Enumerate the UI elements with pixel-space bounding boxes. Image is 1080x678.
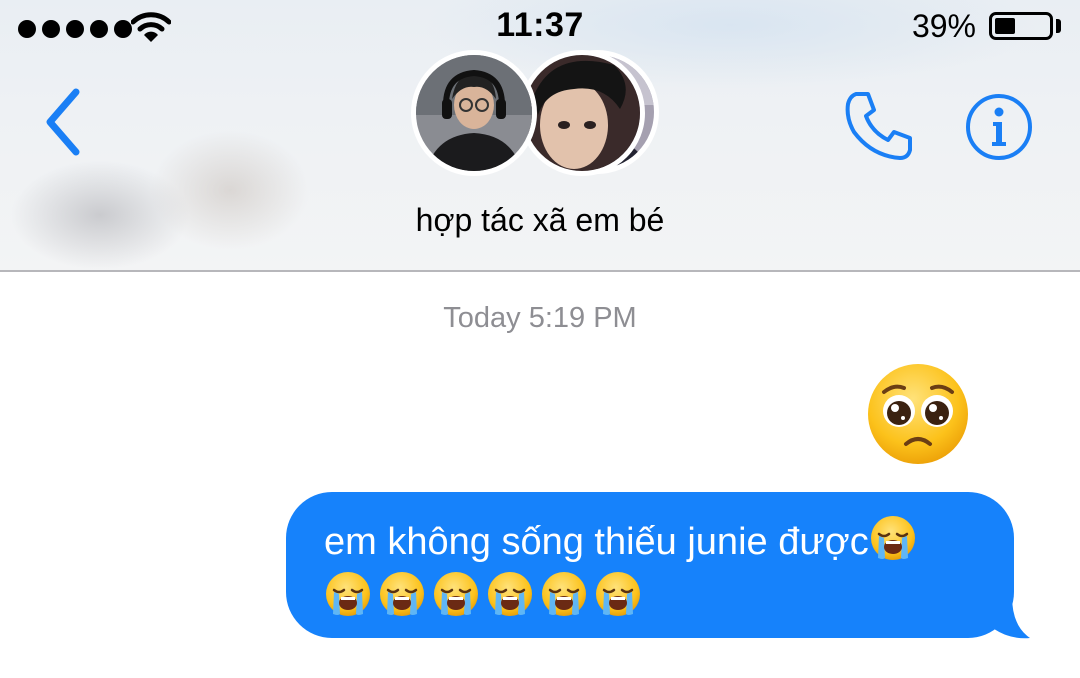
header-divider [0,270,1080,272]
battery-icon [989,12,1053,40]
battery-tip [1056,19,1061,33]
bubble-tail [990,596,1030,639]
info-icon [966,94,1032,160]
call-button[interactable] [842,88,918,164]
message-timestamp: Today 5:19 PM [443,302,637,334]
avatar [519,50,645,176]
crying-face-icon [324,570,372,618]
crying-face-icon [432,570,480,618]
avatar [411,50,537,176]
emoji-row [324,570,984,618]
message-text: em không sống thiếu junie được [324,521,869,563]
crying-face-icon [540,570,588,618]
back-button[interactable] [38,84,92,160]
message-text-line: em không sống thiếu junie được [324,514,984,568]
pleading-face-icon[interactable] [866,362,970,466]
crying-face-icon [378,570,426,618]
crying-face-icon [869,514,917,562]
group-avatar-stack[interactable] [411,50,671,180]
status-bar: 11:37 39% [0,0,1080,52]
crying-face-icon [594,570,642,618]
outgoing-message-bubble[interactable]: em không sống thiếu junie được [286,492,1014,638]
battery-percent: 39% [911,8,976,44]
crying-face-icon [486,570,534,618]
group-name[interactable]: hợp tác xã em bé [0,202,1080,239]
info-button[interactable] [965,93,1033,161]
chevron-left-icon [46,88,80,156]
phone-icon [845,92,912,160]
